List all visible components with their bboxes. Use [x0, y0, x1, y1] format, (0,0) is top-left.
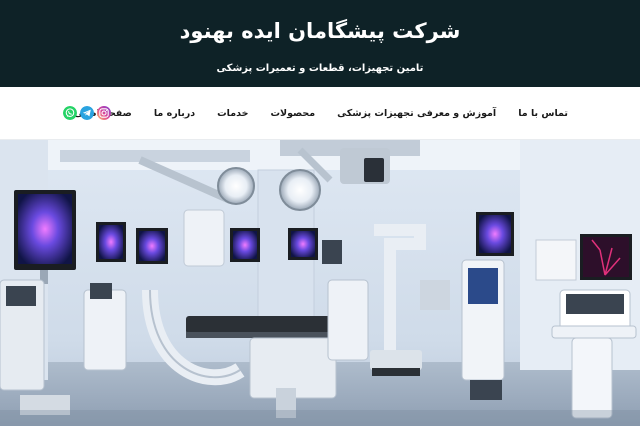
social-links [63, 105, 111, 121]
telegram-icon[interactable] [80, 106, 94, 120]
nav-item-contact[interactable]: تماس با ما [518, 108, 568, 119]
main-menu: صفحه اصلی درباره ما خدمات محصولات آموزش … [74, 87, 568, 140]
site-header: شرکت پیشگامان ایده بهنود تامین تجهیزات، … [0, 0, 640, 87]
nav-item-services[interactable]: خدمات [217, 108, 248, 119]
instagram-icon[interactable] [97, 106, 111, 120]
nav-item-training[interactable]: آموزش و معرفی تجهیزات پزشکی [337, 108, 496, 119]
operating-room-image [0, 140, 640, 426]
hero-banner [0, 140, 640, 426]
main-navbar: صفحه اصلی درباره ما خدمات محصولات آموزش … [0, 87, 640, 140]
site-title[interactable]: شرکت پیشگامان ایده بهنود [0, 16, 640, 46]
nav-item-about[interactable]: درباره ما [154, 108, 195, 119]
whatsapp-icon[interactable] [63, 106, 77, 120]
nav-item-products[interactable]: محصولات [270, 108, 315, 119]
site-tagline: تامین تجهیزات، قطعات و تعمیرات پزشکی [216, 63, 424, 74]
